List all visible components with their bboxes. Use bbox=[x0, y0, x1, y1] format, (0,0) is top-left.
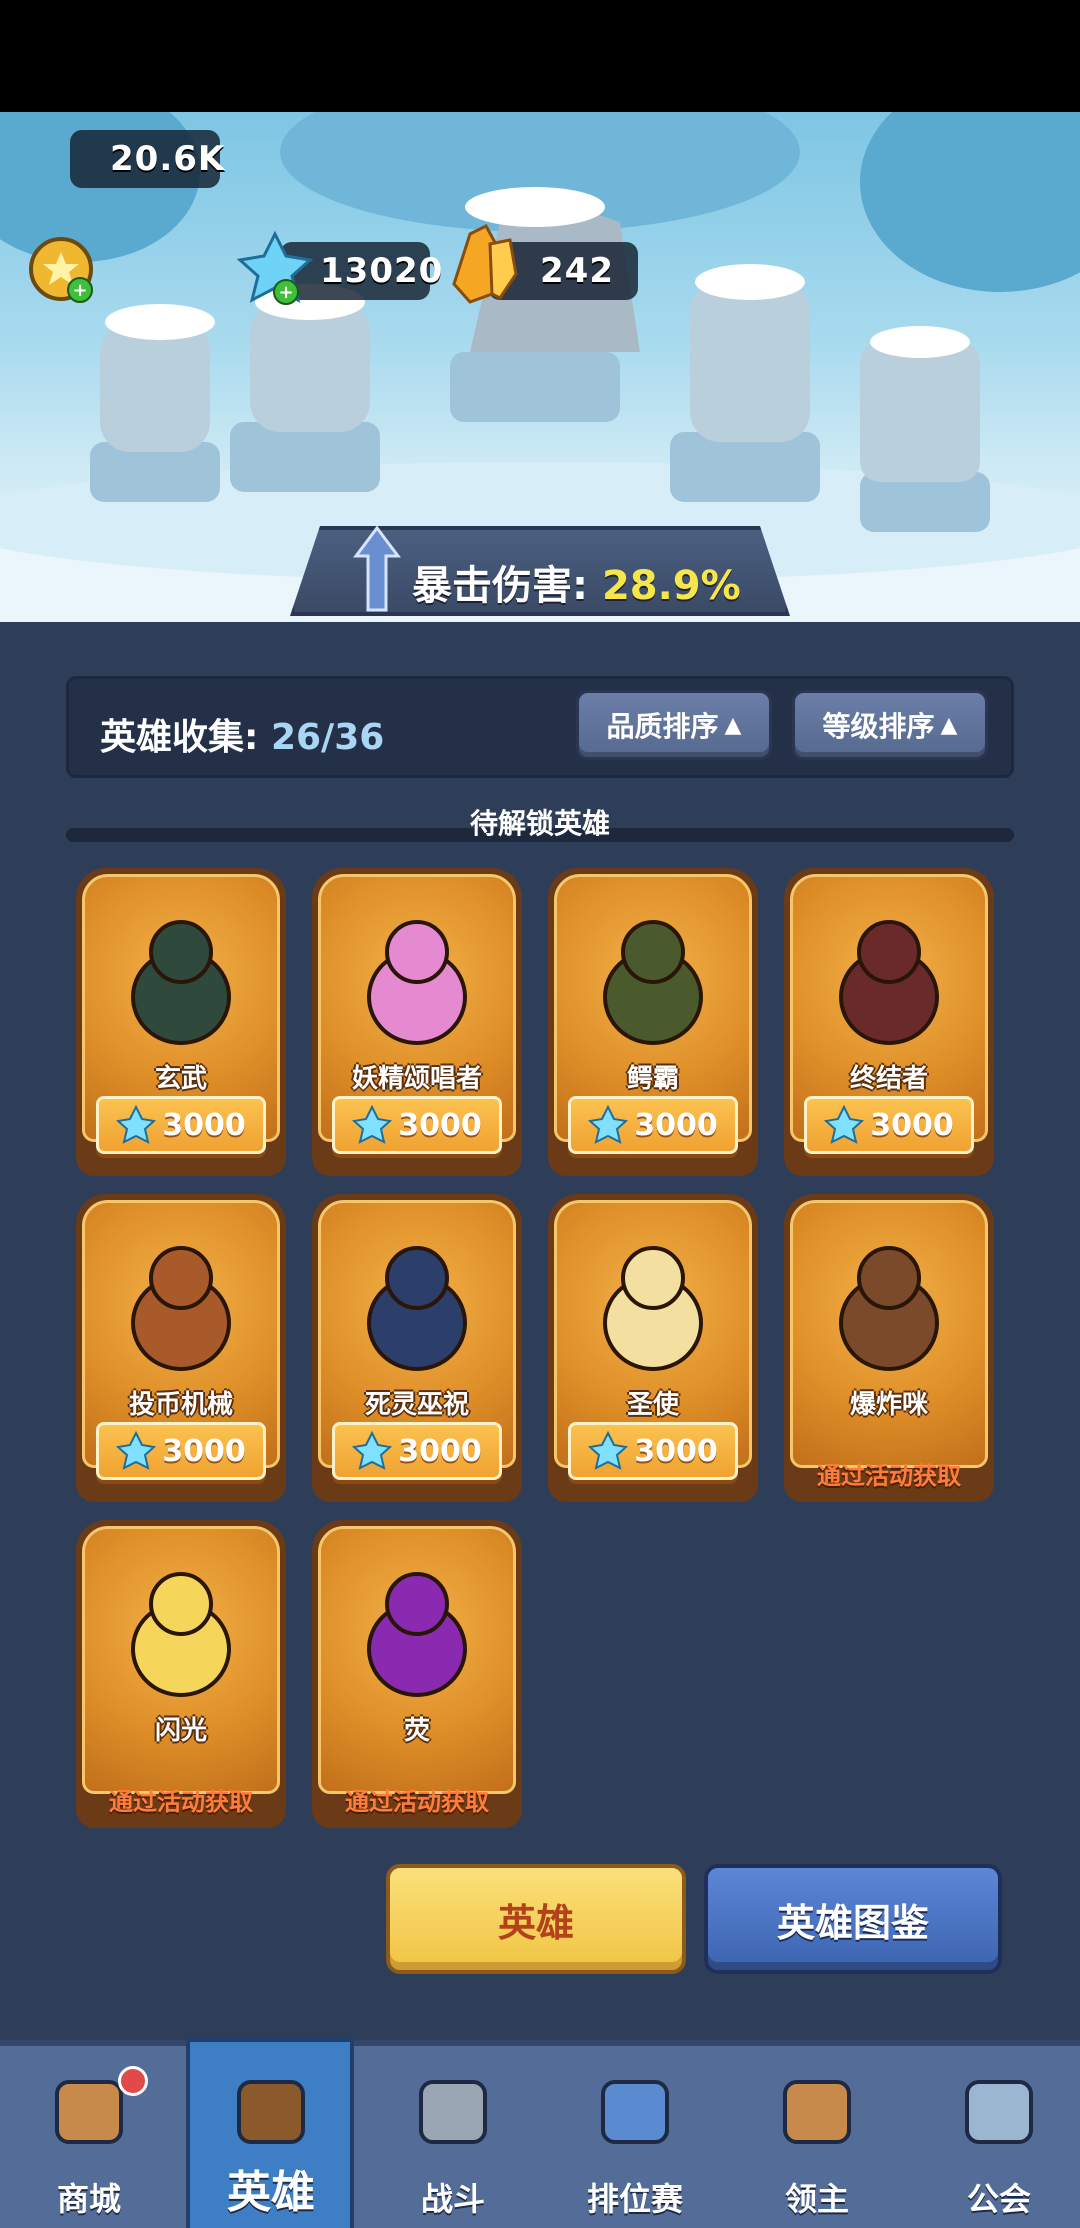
nav-tab-3[interactable]: 战斗 bbox=[368, 2052, 538, 2228]
sort-by-level-button[interactable]: 等级排序 ▲ bbox=[792, 690, 988, 760]
status-bar bbox=[0, 0, 1080, 112]
hero-name: 死灵巫祝 bbox=[364, 1390, 469, 1420]
blue-gem-icon bbox=[588, 1431, 629, 1470]
unlock-price-button[interactable]: 3000 bbox=[332, 1096, 502, 1154]
sort-quality-label: 品质排序 bbox=[606, 710, 719, 743]
crit-value: 28.9% bbox=[601, 563, 741, 609]
nav-tab-5[interactable]: 领主 bbox=[732, 2052, 902, 2228]
nav-label: 英雄 bbox=[227, 2167, 315, 2218]
guild-tower-icon bbox=[965, 2080, 1033, 2144]
price-value: 3000 bbox=[398, 1433, 482, 1469]
hero-card[interactable]: 玄武 3000 bbox=[76, 868, 286, 1176]
hero-card[interactable]: 妖精颂唱者 3000 bbox=[312, 868, 522, 1176]
collection-progress: 英雄收集: 26/36 bbox=[100, 708, 384, 760]
gold-counter[interactable]: 20.6K bbox=[70, 130, 224, 188]
hero-portrait bbox=[367, 1246, 467, 1371]
nav-label: 商城 bbox=[56, 2180, 121, 2218]
svg-text:+: + bbox=[278, 282, 293, 303]
crit-label: 暴击伤害: bbox=[412, 563, 588, 609]
unlock-price-button[interactable]: 3000 bbox=[568, 1422, 738, 1480]
heroes-button[interactable]: 英雄 bbox=[386, 1864, 686, 1974]
price-value: 3000 bbox=[398, 1107, 482, 1143]
event-unlock-text: 通过活动获取 bbox=[817, 1462, 961, 1490]
orange-crystal-icon bbox=[452, 224, 518, 304]
hero-name: 投币机械 bbox=[128, 1390, 233, 1420]
hero-portrait bbox=[839, 1246, 939, 1371]
unlock-price-button[interactable]: 3000 bbox=[96, 1422, 266, 1480]
nav-label: 战斗 bbox=[420, 2180, 485, 2218]
swords-icon bbox=[419, 2080, 487, 2144]
hero-card[interactable]: 投币机械 3000 bbox=[76, 1194, 286, 1502]
price-value: 3000 bbox=[634, 1107, 718, 1143]
castle-banner-icon bbox=[783, 2080, 851, 2144]
price-value: 3000 bbox=[162, 1433, 246, 1469]
nav-label: 领主 bbox=[784, 2180, 849, 2218]
hero-name: 妖精颂唱者 bbox=[351, 1064, 482, 1094]
hero-name: 终结者 bbox=[849, 1064, 928, 1094]
up-arrow-icon bbox=[353, 526, 401, 612]
unlock-price-button[interactable]: 3000 bbox=[332, 1422, 502, 1480]
price-value: 3000 bbox=[870, 1107, 954, 1143]
hero-card[interactable]: 圣使 3000 bbox=[548, 1194, 758, 1502]
hero-portrait bbox=[603, 1246, 703, 1371]
hero-name: 爆炸咪 bbox=[849, 1390, 928, 1420]
nav-label: 排位赛 bbox=[586, 2180, 683, 2218]
hero-codex-button[interactable]: 英雄图鉴 bbox=[704, 1864, 1002, 1974]
hero-card[interactable]: 死灵巫祝 3000 bbox=[312, 1194, 522, 1502]
shop-icon bbox=[55, 2080, 123, 2144]
crit-damage-stat: 暴击伤害: 28.9% bbox=[412, 553, 741, 611]
nav-tab-2[interactable]: 英雄 bbox=[186, 2052, 356, 2228]
nav-tab-4[interactable]: 排位赛 bbox=[550, 2052, 720, 2228]
nav-tab-6[interactable]: 公会 bbox=[914, 2052, 1080, 2228]
rank-badge-icon bbox=[601, 2080, 669, 2144]
event-unlock-text: 通过活动获取 bbox=[109, 1788, 253, 1816]
blue-gem-icon bbox=[352, 1431, 393, 1470]
hero-card[interactable]: 荧通过活动获取 bbox=[312, 1520, 522, 1828]
blue-gem-icon bbox=[116, 1431, 157, 1470]
hero-card[interactable]: 爆炸咪 通过活动获取 bbox=[784, 1194, 994, 1502]
event-unlock-text: 通过活动获取 bbox=[345, 1788, 489, 1816]
unlock-price-button[interactable]: 3000 bbox=[96, 1096, 266, 1154]
hero-card[interactable]: 终结者 3000 bbox=[784, 868, 994, 1176]
price-value: 3000 bbox=[634, 1433, 718, 1469]
price-value: 3000 bbox=[162, 1107, 246, 1143]
gem-value: 13020 bbox=[320, 251, 444, 291]
hero-name: 闪光 bbox=[154, 1716, 207, 1746]
hero-card-icon bbox=[237, 2080, 305, 2144]
section-title: 待解锁英雄 bbox=[469, 807, 610, 840]
svg-text:+: + bbox=[72, 280, 87, 301]
blue-gem-icon bbox=[824, 1105, 865, 1144]
unlock-price-button[interactable]: 3000 bbox=[804, 1096, 974, 1154]
hero-name: 荧 bbox=[403, 1716, 430, 1746]
hero-card[interactable]: 鳄霸 3000 bbox=[548, 868, 758, 1176]
blue-gem-icon bbox=[116, 1105, 157, 1144]
nav-tab-1[interactable]: 商城 bbox=[4, 2052, 174, 2228]
hero-portrait bbox=[367, 920, 467, 1045]
nav-label: 公会 bbox=[966, 2180, 1031, 2218]
hero-name: 圣使 bbox=[626, 1390, 679, 1420]
hero-portrait bbox=[603, 920, 703, 1045]
hero-card[interactable]: 闪光 通过活动获取 bbox=[76, 1520, 286, 1828]
unlock-price-button[interactable]: 3000 bbox=[568, 1096, 738, 1154]
hero-portrait bbox=[131, 920, 231, 1045]
hero-name: 鳄霸 bbox=[626, 1064, 679, 1094]
hero-portrait bbox=[367, 1572, 467, 1697]
hero-portrait bbox=[131, 1572, 231, 1697]
sort-by-quality-button[interactable]: 品质排序 ▲ bbox=[576, 690, 772, 760]
hero-portrait bbox=[839, 920, 939, 1045]
hero-name: 玄武 bbox=[154, 1064, 207, 1094]
blue-gem-add-icon[interactable]: + bbox=[236, 230, 314, 308]
triangle-up-icon: ▲ bbox=[724, 712, 742, 738]
sort-level-label: 等级排序 bbox=[822, 710, 935, 743]
triangle-up-icon: ▲ bbox=[940, 712, 958, 738]
crystal-value: 242 bbox=[540, 251, 614, 291]
hero-portrait bbox=[131, 1246, 231, 1371]
notification-dot bbox=[118, 2066, 148, 2096]
gold-coin-add-icon[interactable]: + bbox=[28, 236, 98, 306]
gold-value: 20.6K bbox=[110, 139, 226, 179]
blue-gem-icon bbox=[588, 1105, 629, 1144]
collection-label: 英雄收集: bbox=[100, 717, 259, 758]
blue-gem-icon bbox=[352, 1105, 393, 1144]
collection-count: 26/36 bbox=[270, 717, 385, 758]
